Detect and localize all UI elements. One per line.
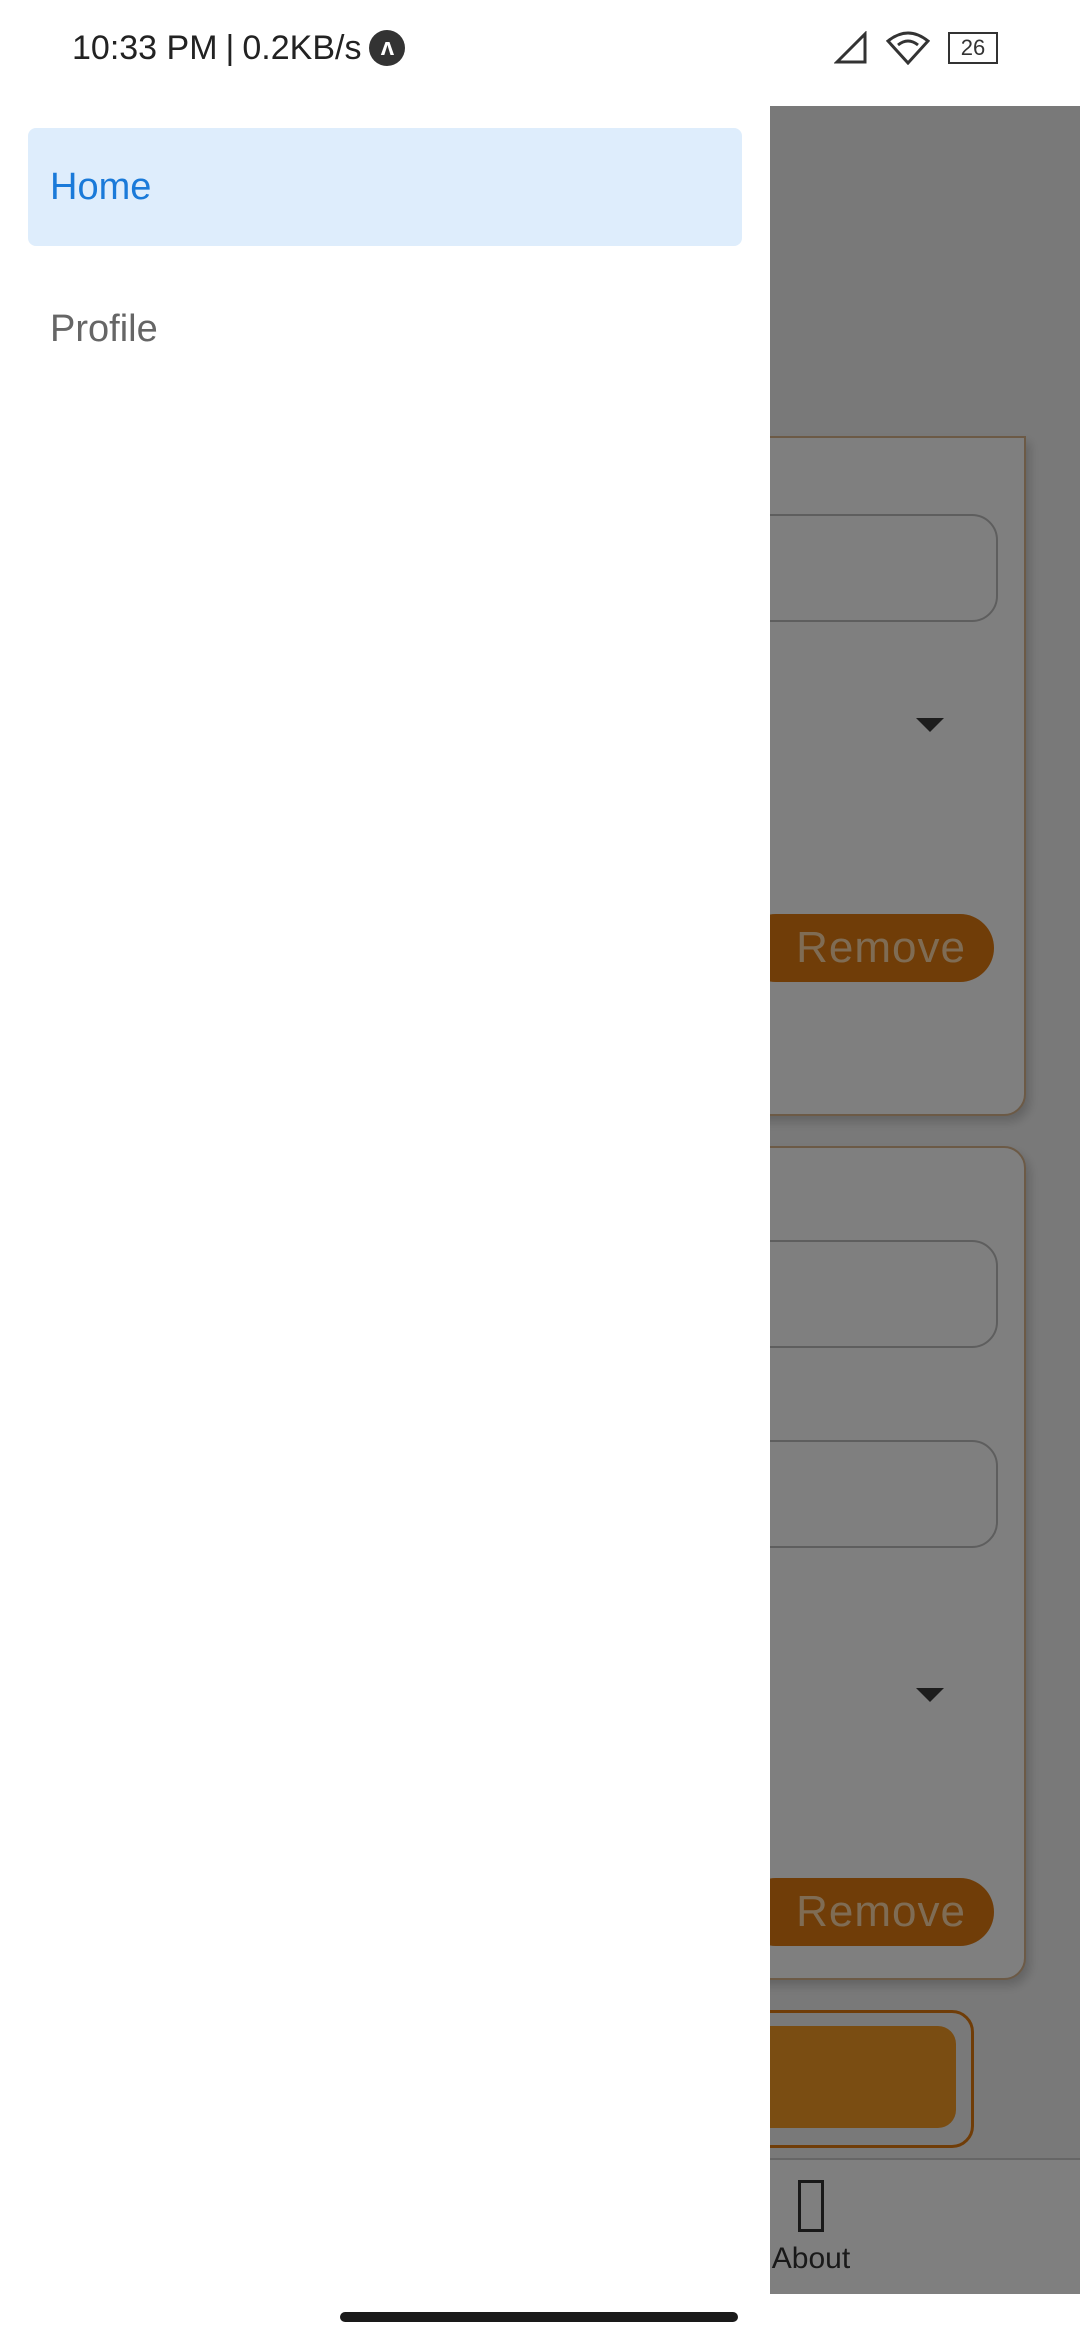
app-notification-icon: ʌ [369, 30, 406, 66]
drawer-item-label: Profile [50, 307, 158, 350]
status-separator: | [225, 28, 235, 67]
status-time: 10:33 PM [72, 28, 218, 67]
drawer-item-label: Home [50, 165, 152, 208]
navigation-drawer: Home Profile [0, 100, 770, 2340]
drawer-item-home[interactable]: Home [28, 128, 742, 246]
drawer-item-profile[interactable]: Profile [28, 270, 742, 388]
status-left: 10:33 PM | 0.2KB/s ʌ [72, 22, 406, 74]
status-network-speed: 0.2KB/s [242, 28, 362, 67]
battery-icon: 26 [948, 32, 998, 64]
signal-icon [834, 31, 867, 64]
status-right: 26 [834, 28, 998, 68]
home-gesture-bar[interactable] [340, 2312, 738, 2322]
battery-level: 26 [960, 35, 986, 60]
status-bar: 10:33 PM | 0.2KB/s ʌ 26 [0, 0, 1080, 100]
wifi-icon [886, 31, 930, 65]
